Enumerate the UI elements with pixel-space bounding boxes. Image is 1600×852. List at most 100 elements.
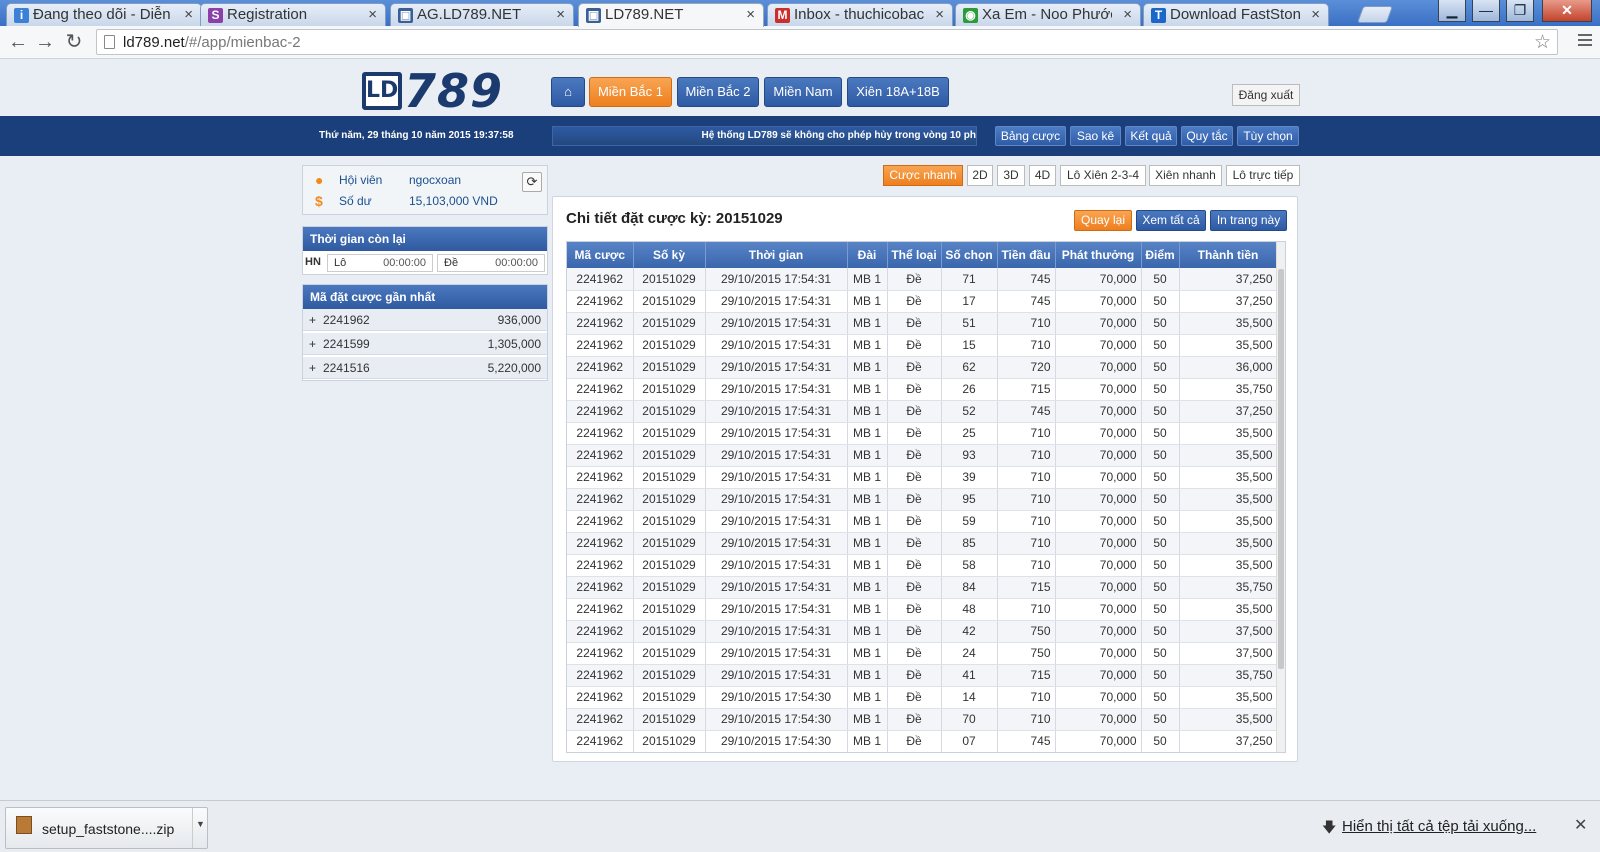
refresh-icon[interactable]: ⟳ (522, 172, 542, 192)
table-cell: MB 1 (847, 532, 888, 555)
col-header[interactable]: Đài (847, 242, 888, 268)
subnav-bang-cuoc[interactable]: Bảng cược (995, 126, 1066, 146)
table-cell: 710 (997, 532, 1056, 555)
back-button[interactable]: Quay lại (1074, 210, 1132, 231)
subnav-ket-qua[interactable]: Kết quả (1125, 126, 1177, 146)
ld789-logo[interactable]: LD 789 (362, 64, 502, 118)
new-tab-button[interactable] (1356, 6, 1394, 23)
restore-window-button[interactable]: — (1472, 0, 1500, 22)
table-row: 2241962 20151029 29/10/2015 17:54:30 MB 1 Đề… (567, 686, 1278, 709)
recent-bet-item[interactable]: +2241962 936,000 (303, 309, 547, 331)
table-cell: 35,500 (1179, 488, 1278, 511)
minimize-window-button[interactable]: ▁ (1438, 0, 1466, 22)
bookmark-star-icon[interactable]: ☆ (1534, 31, 1551, 54)
nav-mien-bac-2[interactable]: Miền Bắc 2 (677, 77, 759, 107)
table-cell: 29/10/2015 17:54:30 (705, 708, 848, 731)
table-scrollbar[interactable] (1276, 242, 1285, 752)
close-window-button[interactable]: ✕ (1542, 0, 1592, 22)
tab-4d[interactable]: 4D (1029, 165, 1056, 186)
browser-tab[interactable]: i Đang theo dõi - Diễn × (6, 3, 202, 26)
tab-2d[interactable]: 2D (967, 165, 993, 186)
table-cell: MB 1 (847, 730, 888, 752)
col-header[interactable]: Phát thưởng (1055, 242, 1142, 268)
table-cell: MB 1 (847, 422, 888, 445)
tab-lo-xien[interactable]: Lô Xiên 2-3-4 (1060, 165, 1146, 186)
show-all-downloads-link[interactable]: Hiển thị tất cả tệp tải xuống... (1342, 818, 1536, 835)
tab-3d[interactable]: 3D (997, 165, 1025, 186)
browser-menu-icon[interactable] (1578, 34, 1592, 48)
tab-xien-nhanh[interactable]: Xiên nhanh (1149, 165, 1222, 186)
col-header[interactable]: Số chọn (941, 242, 998, 268)
browser-tab[interactable]: S Registration × (200, 3, 386, 26)
table-cell: 70,000 (1055, 356, 1142, 379)
tab-lo-truc-tiep[interactable]: Lô trực tiếp (1226, 165, 1300, 186)
recent-bet-item[interactable]: +2241599 1,305,000 (303, 333, 547, 355)
close-tab-icon[interactable]: × (556, 6, 565, 23)
table-cell: 70,000 (1055, 378, 1142, 401)
table-cell: 70,000 (1055, 510, 1142, 533)
close-tab-icon[interactable]: × (368, 6, 377, 23)
tab-label: Registration (227, 6, 308, 23)
member-label: Hội viên (339, 173, 383, 187)
table-cell: 29/10/2015 17:54:31 (705, 510, 848, 533)
col-header[interactable]: Thành tiền (1179, 242, 1278, 268)
nav-mien-nam[interactable]: Miền Nam (764, 77, 842, 107)
recent-bet-item[interactable]: +2241516 5,220,000 (303, 357, 547, 379)
table-cell: 20151029 (633, 378, 706, 401)
table-cell: 29/10/2015 17:54:31 (705, 554, 848, 577)
close-icon[interactable]: ✕ (1574, 815, 1587, 835)
browser-tab[interactable]: ▣ LD789.NET × (578, 3, 764, 27)
download-item[interactable]: setup_faststone....zip ▼ (5, 807, 208, 849)
view-all-button[interactable]: Xem tất cả (1136, 210, 1206, 231)
print-page-button[interactable]: In trang này (1210, 210, 1287, 231)
table-cell: Đề (887, 422, 942, 445)
reload-icon[interactable]: ↻ (62, 30, 86, 54)
table-cell: Đề (887, 378, 942, 401)
close-tab-icon[interactable]: × (184, 6, 193, 23)
table-cell: 70,000 (1055, 620, 1142, 643)
col-header[interactable]: Thời gian (705, 242, 848, 268)
browser-tab[interactable]: M Inbox - thuchicobac × (767, 3, 953, 26)
dollar-icon: $ (315, 193, 323, 209)
subnav-sao-ke[interactable]: Sao kê (1070, 126, 1121, 146)
nav-xien-18a-18b[interactable]: Xiên 18A+18B (847, 77, 949, 107)
subnav-tuy-chon[interactable]: Tùy chọn (1237, 126, 1299, 146)
home-button[interactable]: ⌂ (551, 77, 585, 107)
address-bar[interactable]: ld789.net/#/app/mienbac-2 ☆ (96, 29, 1558, 55)
table-cell: MB 1 (847, 664, 888, 687)
col-header[interactable]: Thể loại (887, 242, 942, 268)
close-tab-icon[interactable]: × (1123, 6, 1132, 23)
table-cell: Đề (887, 488, 942, 511)
table-cell: 29/10/2015 17:54:31 (705, 378, 848, 401)
back-arrow-icon[interactable]: ← (6, 30, 30, 54)
col-header[interactable]: Điểm (1141, 242, 1180, 268)
tab-label: Download FastStone (1170, 6, 1300, 23)
download-arrow-icon: 🡇 (1322, 819, 1337, 835)
close-tab-icon[interactable]: × (1311, 6, 1320, 23)
close-tab-icon[interactable]: × (935, 6, 944, 23)
balance-value: 15,103,000 VND (409, 194, 498, 208)
table-row: 2241962 20151029 29/10/2015 17:54:31 MB 1 Đề… (567, 532, 1278, 555)
col-header[interactable]: Mã cược (567, 242, 634, 268)
col-header[interactable]: Số kỳ (633, 242, 706, 268)
maximize-window-button[interactable]: ❐ (1506, 0, 1534, 22)
table-cell: 2241962 (567, 466, 634, 489)
tab-cuoc-nhanh[interactable]: Cược nhanh (883, 165, 963, 186)
col-header[interactable]: Tiền đầu (997, 242, 1056, 268)
logout-button[interactable]: Đăng xuất (1232, 84, 1300, 106)
tab-label: LD789.NET (605, 6, 684, 23)
chevron-down-icon[interactable]: ▼ (192, 808, 208, 848)
table-cell: 35,500 (1179, 334, 1278, 357)
browser-tab[interactable]: ◉ Xa Em - Noo Phước × (955, 3, 1141, 26)
tracking-icon: i (14, 8, 29, 23)
table-cell: 50 (1141, 642, 1180, 665)
subnav-quy-tac[interactable]: Quy tắc (1181, 126, 1233, 146)
time-left-panel: Thời gian còn lại HN Lô 00:00:00 Đề 00:0… (302, 226, 548, 275)
browser-tab[interactable]: ▣ AG.LD789.NET × (390, 3, 574, 26)
table-cell: 70,000 (1055, 444, 1142, 467)
forward-arrow-icon[interactable]: → (33, 30, 57, 54)
nav-mien-bac-1[interactable]: Miền Bắc 1 (589, 77, 672, 107)
close-tab-icon[interactable]: × (746, 6, 755, 23)
browser-tab[interactable]: T Download FastStone × (1143, 3, 1329, 26)
table-cell: Đề (887, 620, 942, 643)
